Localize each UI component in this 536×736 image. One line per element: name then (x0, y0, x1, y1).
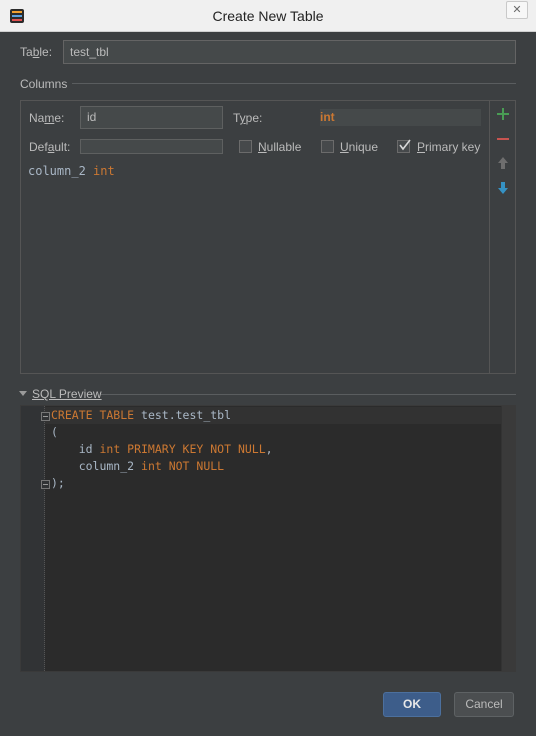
arrow-up-icon[interactable] (496, 156, 510, 170)
nullable-checkbox[interactable] (239, 140, 252, 153)
sql-line-4: column_2 int NOT NULL (51, 459, 225, 473)
column-name-input[interactable]: id (80, 106, 223, 129)
sql-line-5: ); (51, 476, 65, 490)
name-label: Name: (29, 111, 65, 125)
cancel-button[interactable]: Cancel (454, 692, 514, 717)
ok-button[interactable]: OK (383, 692, 441, 717)
editor-gutter (21, 406, 45, 671)
table-name-input[interactable]: test_tbl (63, 40, 516, 64)
editor-vertical-scrollbar[interactable] (501, 406, 515, 671)
sql-line-2: ( (51, 425, 58, 439)
arrow-down-icon[interactable] (496, 181, 510, 195)
columns-toolbar (489, 101, 515, 373)
sql-preview-title[interactable]: SQL Preview (32, 387, 102, 401)
window-title: Create New Table (212, 8, 324, 24)
nullable-label[interactable]: Nullable (258, 140, 301, 154)
sql-preview-separator-line (101, 394, 516, 395)
minus-icon[interactable] (496, 132, 510, 146)
fold-start-icon[interactable] (41, 412, 50, 421)
sql-line-1: CREATE TABLE test.test_tbl (51, 408, 232, 422)
collapse-arrow-icon[interactable] (19, 391, 27, 396)
checkmark-icon (399, 139, 411, 151)
title-bar: Create New Table ✕ (0, 0, 536, 32)
close-button[interactable]: ✕ (506, 1, 528, 19)
columns-section-title: Columns (20, 77, 68, 91)
sql-line-3: id int PRIMARY KEY NOT NULL, (51, 442, 273, 456)
columns-separator-line (72, 83, 516, 84)
column-item-type: int (93, 164, 115, 178)
column-list-item[interactable]: column_2 int (28, 164, 115, 178)
table-label: Table: (20, 45, 53, 59)
column-type-input[interactable]: int (320, 109, 481, 126)
unique-checkbox[interactable] (321, 140, 334, 153)
default-value-input[interactable] (80, 139, 223, 154)
plus-icon[interactable] (496, 107, 510, 121)
type-label: Type: (233, 111, 263, 125)
default-label: Default: (29, 140, 71, 154)
unique-label[interactable]: Unique (340, 140, 378, 154)
column-item-name: column_2 (28, 164, 86, 178)
primary-key-checkbox[interactable] (397, 139, 411, 153)
primary-key-label[interactable]: Primary key (417, 140, 480, 154)
fold-end-icon[interactable] (41, 480, 50, 489)
